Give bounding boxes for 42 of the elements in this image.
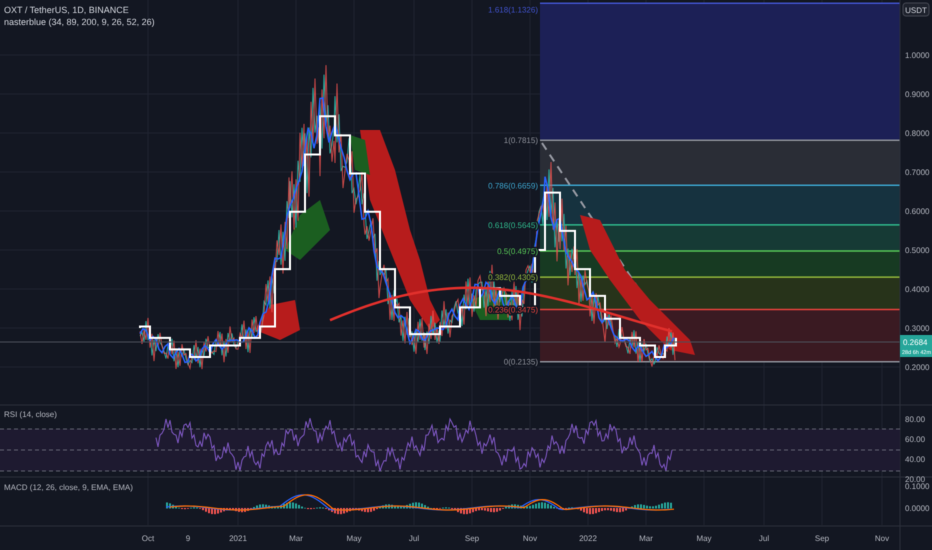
time-axis-label: May [696, 534, 712, 543]
rsi-axis-label: 80.00 [905, 415, 926, 424]
rsi-axis-label: 20.00 [905, 475, 926, 484]
indicator-title: nasterblue (34, 89, 200, 9, 26, 52, 26) [4, 17, 155, 27]
price-axis-label: 0.6000 [905, 207, 930, 216]
cloud-area [255, 300, 300, 340]
price-axis-label: 0.4000 [905, 285, 930, 294]
price-axis-label: 0.9000 [905, 90, 930, 99]
macd-axis-label: 0.1000 [905, 482, 930, 491]
time-axis-label: Sep [814, 534, 830, 543]
time-axis-label: Mar [639, 534, 653, 543]
price-axis-label: 1.0000 [905, 51, 930, 60]
price-axis-label: 0.3000 [905, 324, 930, 333]
fib-level-label: 1.618(1.1326) [488, 5, 538, 14]
rsi-axis-label: 40.00 [905, 455, 926, 464]
price-axis-label: 0.5000 [905, 246, 930, 255]
time-axis-label: Nov [522, 534, 538, 543]
time-axis-label: Nov [874, 534, 890, 543]
last-price-value: 0.2684 [903, 338, 928, 347]
fib-level-label: 0(0.2135) [504, 358, 538, 367]
time-axis-label: Jul [758, 534, 770, 543]
currency-badge: USDT [902, 2, 930, 16]
fib-level-label: 1(0.7815) [504, 136, 538, 146]
price-axis-label: 0.2000 [905, 363, 930, 372]
time-axis-label: 2021 [229, 534, 247, 543]
symbol-title: OXT / TetherUS, 1D, BINANCE [4, 5, 129, 15]
fib-level-label: 0.786(0.6659) [488, 181, 538, 190]
time-axis-label: 9 [186, 534, 190, 543]
last-price-tag [900, 335, 932, 357]
rsi-title: RSI (14, close) [4, 410, 57, 419]
time-axis-label: Sep [464, 534, 480, 543]
time-axis-label: Mar [289, 534, 303, 543]
time-axis-label: Oct [142, 534, 154, 543]
time-axis-label: 2022 [579, 534, 597, 543]
time-axis-label: May [346, 534, 362, 543]
macd-title: MACD (12, 26, close, 9, EMA, EMA) [4, 483, 133, 492]
rsi-axis-label: 60.00 [905, 435, 926, 444]
price-axis-label: 0.7000 [905, 168, 930, 177]
price-axis-label: 0.8000 [905, 129, 930, 138]
time-axis-label: Jul [408, 534, 420, 543]
cloud-area [285, 200, 330, 260]
macd-axis-label: 0.0000 [905, 504, 930, 513]
